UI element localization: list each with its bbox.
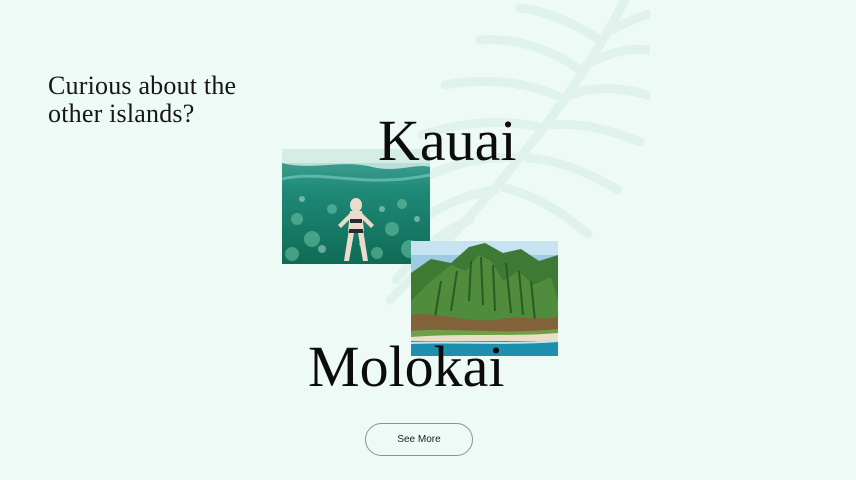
see-more-button[interactable]: See More xyxy=(365,423,473,456)
island-name-molokai[interactable]: Molokai xyxy=(308,337,505,397)
section-heading: Curious about the other islands? xyxy=(48,70,237,128)
islands-section: Curious about the other islands? Kauai M… xyxy=(0,0,856,480)
heading-line-2: other islands? xyxy=(48,98,195,128)
island-name-kauai[interactable]: Kauai xyxy=(378,111,517,171)
heading-line-1: Curious about the xyxy=(48,70,237,100)
